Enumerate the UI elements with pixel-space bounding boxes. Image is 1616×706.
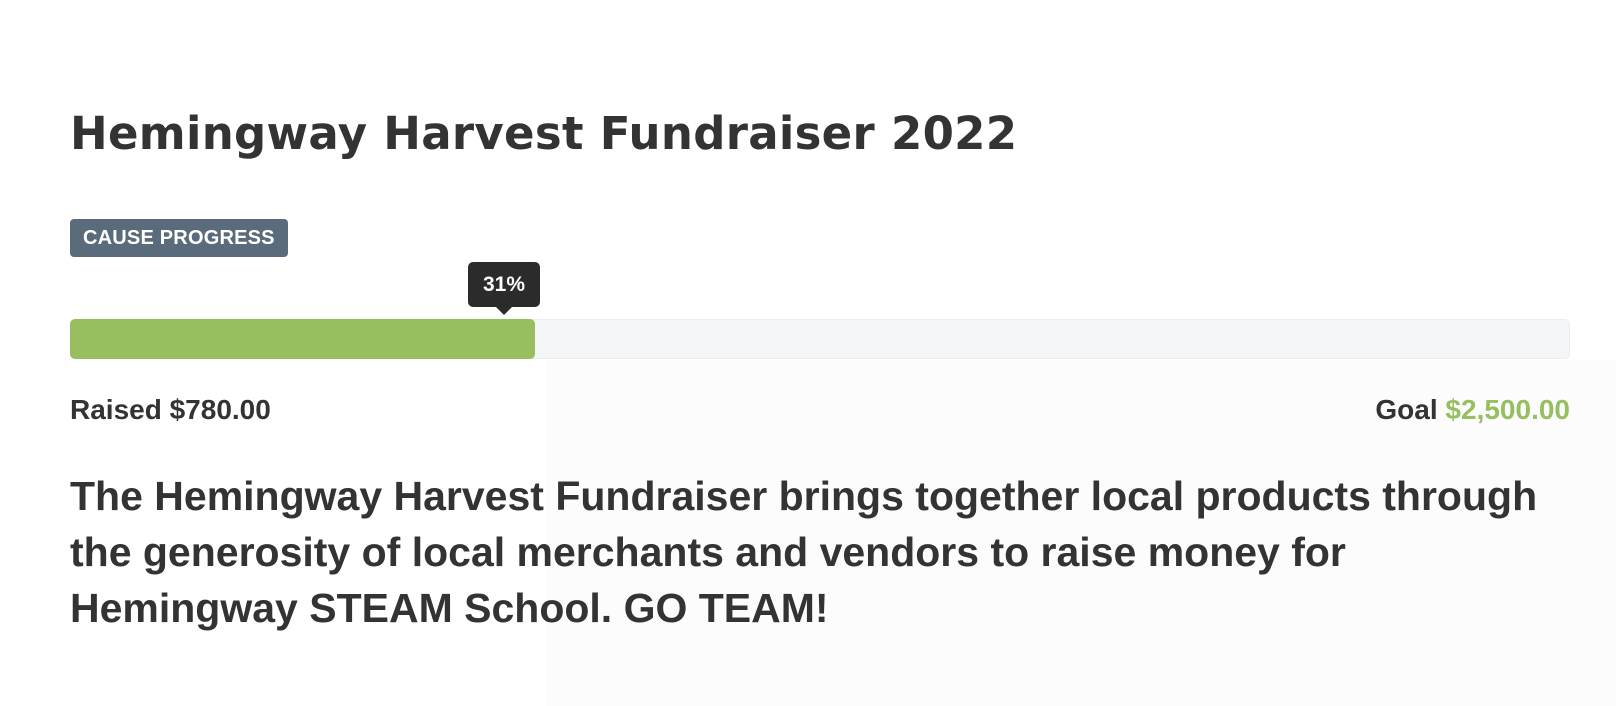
goal-label: Goal: [1375, 394, 1438, 425]
cause-description: The Hemingway Harvest Fundraiser brings …: [70, 473, 1538, 631]
progress-fill: 31%: [70, 262, 540, 359]
goal-amount: Goal $2,500.00: [1375, 390, 1570, 430]
stats-row: Raised $780.00 Goal $2,500.00: [70, 390, 1570, 430]
tooltip-arrow-icon: [495, 307, 512, 315]
progress-tooltip: 31%: [467, 262, 540, 315]
progress-percent-label: 31%: [482, 273, 525, 296]
raised-amount: Raised $780.00: [70, 390, 271, 430]
goal-value: $2,500.00: [1445, 394, 1570, 425]
progress-bar: 31%: [70, 262, 1570, 359]
raised-value: $780.00: [169, 394, 271, 425]
cause-card: Hemingway Harvest Fundraiser 2022 CAUSE …: [70, 0, 1570, 706]
raised-label: Raised: [70, 394, 162, 425]
page-title: Hemingway Harvest Fundraiser 2022: [70, 107, 1018, 160]
cause-progress-badge: CAUSE PROGRESS: [70, 219, 288, 257]
